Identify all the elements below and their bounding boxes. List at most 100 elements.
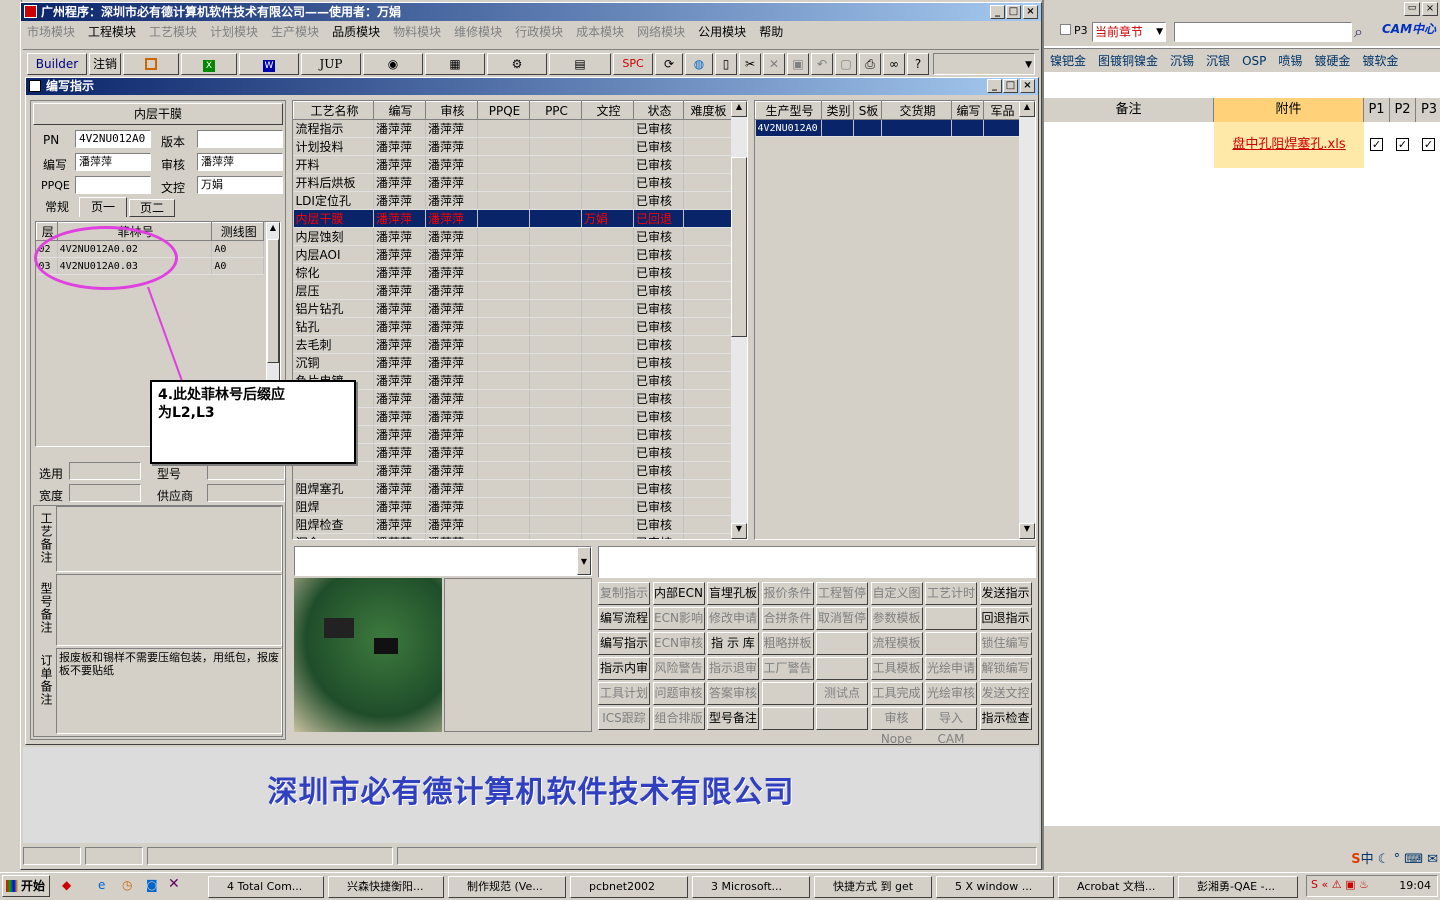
action-button[interactable]: 光绘申请 [925, 657, 977, 680]
process-type-tab[interactable]: 沉锡 [1164, 49, 1200, 72]
product-col-header[interactable]: 类别 [821, 101, 854, 120]
action-button[interactable]: 风险警告 [652, 657, 705, 680]
table-row[interactable]: 负片电镀潘萍萍潘萍萍已审核 [293, 371, 732, 390]
p1-checkbox[interactable]: ✓ [1370, 138, 1383, 151]
width-field[interactable] [69, 484, 141, 502]
version-field[interactable] [197, 130, 283, 148]
table-row[interactable]: 开料 潘萍萍 潘萍萍 已审核 [293, 155, 732, 174]
tray-icons[interactable]: S « ⚠ ▣ ♨ [1311, 878, 1369, 891]
table-row[interactable]: 铝片钻孔 潘萍萍 潘萍萍 已审核 [293, 299, 732, 318]
action-button[interactable]: 测试点 [816, 682, 868, 705]
table-row[interactable]: 流程指示 潘萍萍 潘萍萍 已审核 [293, 119, 732, 138]
p2-checkbox[interactable]: ✓ [1396, 138, 1409, 151]
action-button[interactable]: 工厂警告 [761, 657, 814, 680]
jup-button[interactable]: JUP [301, 53, 361, 75]
process-type-tab[interactable]: 喷锡 [1272, 49, 1308, 72]
table-row[interactable]: 开料后烘板 潘萍萍 潘萍萍 已审核 [293, 173, 732, 192]
word-icon[interactable]: W [239, 53, 299, 75]
scroll-up-icon[interactable]: ▲ [267, 223, 279, 232]
action-button[interactable]: 工艺计时 [925, 582, 977, 605]
process-type-tab[interactable]: OSP [1236, 49, 1272, 72]
scroll-up-icon[interactable]: ▲ [731, 101, 747, 117]
menu-item[interactable]: 维修模块 [454, 23, 502, 41]
action-button[interactable] [761, 707, 814, 730]
table-row[interactable]: 潘萍萍 潘萍萍 已审核 [293, 443, 732, 462]
table-row[interactable]: 4V2NU012A0 [755, 119, 1020, 137]
child-minimize-button[interactable]: _ [987, 79, 1002, 93]
table-row[interactable]: 棕化 潘萍萍 潘萍萍 已审核 [293, 263, 732, 282]
table-row[interactable]: 层压 潘萍萍 潘萍萍 已审核 [293, 281, 732, 300]
process-combo[interactable]: ▼ [294, 546, 592, 576]
process-col-header[interactable]: PPC [529, 101, 582, 120]
action-button[interactable]: 取消暂停 [816, 607, 868, 630]
product-scrollbar[interactable]: ▲ ▼ [1019, 101, 1035, 539]
process-type-tab[interactable]: 沉银 [1200, 49, 1236, 72]
taskbar-item[interactable]: 4 Total Com... [208, 876, 324, 898]
action-button[interactable]: 发送文控 [979, 682, 1032, 705]
ie-icon[interactable]: e [98, 878, 105, 892]
process-type-tab[interactable]: 镀硬金 [1308, 49, 1356, 72]
x-app-icon[interactable]: ✕ [168, 876, 180, 892]
process-col-header[interactable]: PPQE [477, 101, 530, 120]
table-row[interactable]: 阻焊塞孔 潘萍萍 潘萍萍 已审核 [293, 479, 732, 498]
restore-button[interactable]: ▭ [1404, 2, 1420, 16]
action-button[interactable]: 报价条件 [761, 582, 814, 605]
product-col-header[interactable]: 编写 [951, 101, 984, 120]
globe-icon[interactable]: ◍ [685, 53, 713, 75]
menu-item[interactable]: 成本模块 [576, 23, 624, 41]
menu-item[interactable]: 计划模块 [210, 23, 258, 41]
action-button[interactable]: 组合排版 [652, 707, 705, 730]
action-button[interactable]: 内部ECN [652, 582, 705, 605]
builder-button[interactable]: Builder [27, 53, 87, 75]
cam-center-logo[interactable]: CAM中心 [1382, 20, 1436, 37]
ppqe-field[interactable] [75, 176, 151, 194]
save-icon[interactable]: ▣ [787, 53, 809, 75]
binoculars-icon[interactable]: ∞ [883, 53, 905, 75]
minimize-button[interactable]: _ [990, 5, 1005, 19]
action-button[interactable]: ECN影响 [652, 607, 705, 630]
action-button[interactable]: 型号备注 [707, 707, 759, 730]
table-row[interactable]: 潘萍萍 潘萍萍 已审核 [293, 461, 732, 480]
table-row[interactable]: 内层蚀刻 潘萍萍 潘萍萍 已审核 [293, 227, 732, 246]
action-button[interactable]: 指示退审 [707, 657, 759, 680]
start-button[interactable]: 开始 [2, 875, 50, 897]
p3-checkbox[interactable]: ✓ [1422, 138, 1435, 151]
gears-icon[interactable]: ⚙ [487, 53, 547, 75]
action-button[interactable]: 审核Nope [870, 707, 923, 746]
help-icon[interactable]: ? [907, 53, 929, 75]
scroll-down-icon[interactable]: ▼ [731, 523, 747, 539]
table-row[interactable]: 阻焊检查 潘萍萍 潘萍萍 已审核 [293, 515, 732, 534]
building-icon[interactable]: ▦ [425, 53, 485, 75]
action-button[interactable]: 指 示 库 [707, 632, 759, 655]
cut-icon[interactable]: ✂ [739, 53, 761, 75]
action-button[interactable] [925, 632, 977, 655]
table-row[interactable]: 沉铜 潘萍萍 潘萍萍 已审核 [293, 353, 732, 372]
select-field[interactable] [69, 462, 141, 480]
menu-item[interactable]: 工程模块 [88, 23, 136, 41]
action-button[interactable]: 复制指示 [598, 582, 650, 605]
action-button[interactable]: 粗略拼板 [761, 632, 814, 655]
menu-item[interactable]: 品质模块 [332, 23, 380, 41]
search-input[interactable] [1174, 22, 1352, 42]
process-remark-field[interactable] [56, 506, 282, 572]
process-type-tab[interactable]: 镀软金 [1356, 49, 1404, 72]
menu-item[interactable]: 网络模块 [637, 23, 685, 41]
process-col-header[interactable]: 状态 [633, 101, 684, 120]
action-button[interactable]: 盲埋孔板 [707, 582, 759, 605]
tab-general[interactable]: 常规 [35, 199, 79, 217]
product-col-header[interactable]: 生产型号 [755, 101, 822, 120]
child-close-button[interactable]: × [1020, 79, 1035, 93]
menu-item[interactable]: 工艺模块 [149, 23, 197, 41]
new-file-icon[interactable]: ▯ [715, 53, 737, 75]
close-button[interactable]: × [1422, 2, 1438, 16]
writer-field[interactable]: 潘萍萍 [75, 153, 151, 171]
table-row[interactable]: 内层AOI 潘萍萍 潘萍萍 已审核 [293, 245, 732, 264]
process-col-header[interactable]: 难度板 [683, 101, 732, 120]
action-button[interactable]: 工程暂停 [816, 582, 868, 605]
action-button[interactable]: 合拼条件 [761, 607, 814, 630]
table-row[interactable]: 潘萍萍 潘萍萍 已审核 [293, 389, 732, 408]
taskbar-item[interactable]: 兴森快捷衡阳... [328, 876, 444, 898]
print-icon[interactable]: ⎙ [859, 53, 881, 75]
table-row[interactable]: 潘萍萍 潘萍萍 已审核 [293, 425, 732, 444]
table-row[interactable]: 潘萍萍 潘萍萍 已审核 [293, 407, 732, 426]
